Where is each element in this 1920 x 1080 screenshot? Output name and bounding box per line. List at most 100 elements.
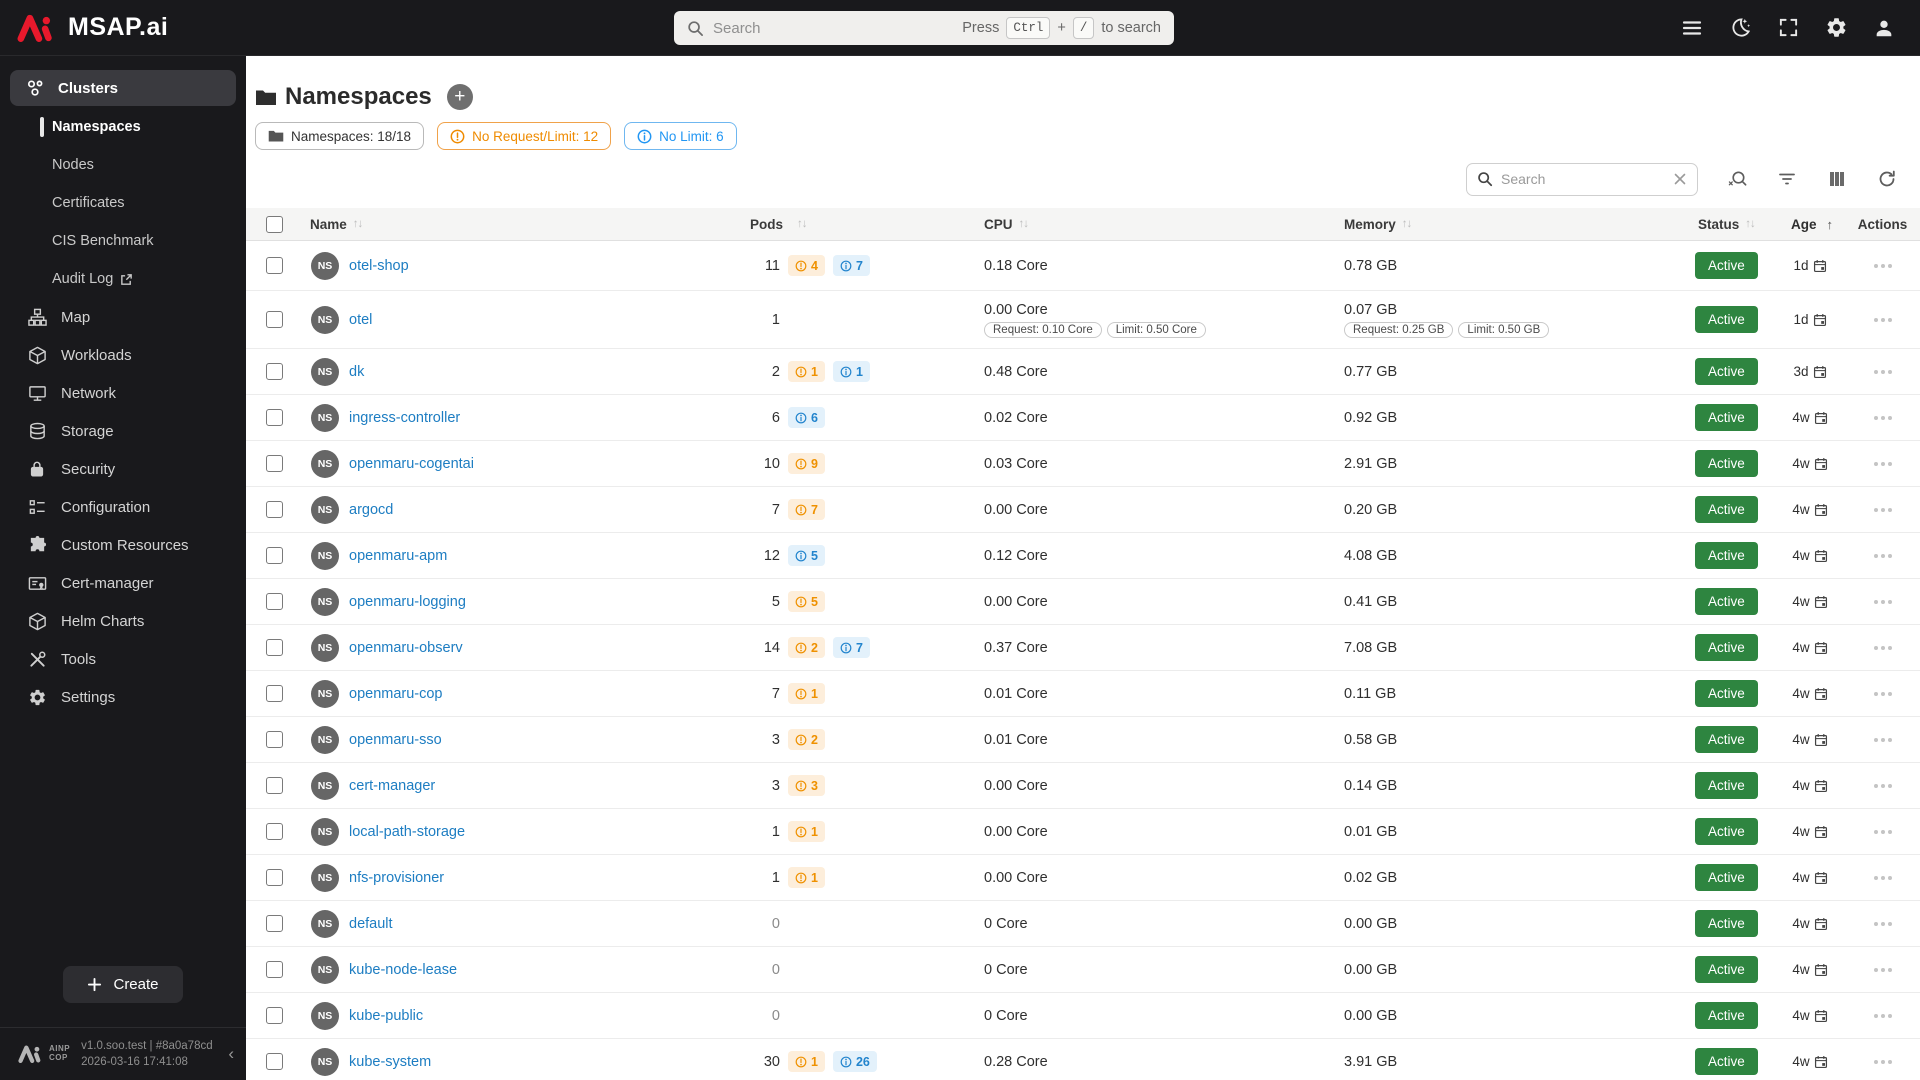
column-header-memory[interactable]: Memory ↑↓ bbox=[1340, 217, 1685, 232]
sidebar-item-certificates[interactable]: Certificates bbox=[0, 184, 246, 222]
sidebar-item-settings[interactable]: Settings bbox=[0, 678, 246, 716]
sidebar-item-workloads[interactable]: Workloads bbox=[0, 336, 246, 374]
global-search-input[interactable] bbox=[713, 19, 863, 37]
row-checkbox[interactable] bbox=[265, 311, 283, 328]
row-checkbox[interactable] bbox=[265, 1053, 283, 1070]
row-checkbox[interactable] bbox=[265, 593, 283, 610]
sidebar-item-storage[interactable]: Storage bbox=[0, 412, 246, 450]
row-checkbox[interactable] bbox=[265, 961, 283, 978]
namespace-link[interactable]: openmaru-cop bbox=[349, 686, 443, 702]
row-actions-menu[interactable] bbox=[1873, 507, 1892, 512]
columns-icon[interactable] bbox=[1826, 168, 1848, 190]
row-actions-menu[interactable] bbox=[1873, 645, 1892, 650]
row-actions-menu[interactable] bbox=[1873, 461, 1892, 466]
row-actions-menu[interactable] bbox=[1873, 691, 1892, 696]
namespace-link[interactable]: openmaru-sso bbox=[349, 732, 442, 748]
sidebar-item-cis-benchmark[interactable]: CIS Benchmark bbox=[0, 222, 246, 260]
sidebar-item-audit-log[interactable]: Audit Log bbox=[0, 260, 246, 298]
row-checkbox[interactable] bbox=[265, 639, 283, 656]
table-search[interactable] bbox=[1466, 162, 1698, 196]
namespace-link[interactable]: ingress-controller bbox=[349, 410, 460, 426]
sidebar-item-configuration[interactable]: Configuration bbox=[0, 488, 246, 526]
namespace-link[interactable]: kube-node-lease bbox=[349, 962, 457, 978]
row-checkbox[interactable] bbox=[265, 501, 283, 518]
advanced-search-icon[interactable] bbox=[1726, 168, 1748, 190]
memory-value: 0.92 GB bbox=[1344, 409, 1398, 426]
sidebar-item-clusters[interactable]: Clusters bbox=[10, 70, 236, 106]
namespace-link[interactable]: nfs-provisioner bbox=[349, 870, 444, 886]
row-checkbox[interactable] bbox=[265, 869, 283, 886]
sidebar-item-security[interactable]: Security bbox=[0, 450, 246, 488]
row-checkbox[interactable] bbox=[265, 257, 283, 274]
column-label: Memory bbox=[1344, 216, 1396, 232]
namespace-link[interactable]: dk bbox=[349, 364, 364, 380]
brand-logo[interactable]: MSAP.ai bbox=[0, 13, 246, 42]
dark-mode-icon[interactable] bbox=[1728, 16, 1752, 40]
sidebar-collapse-icon[interactable]: ‹ bbox=[228, 1044, 234, 1064]
namespace-link[interactable]: default bbox=[349, 916, 393, 932]
column-header-pods[interactable]: Pods ↑↓ bbox=[750, 217, 980, 232]
row-actions-menu[interactable] bbox=[1873, 369, 1892, 374]
sidebar-item-namespaces[interactable]: Namespaces bbox=[0, 108, 246, 146]
sidebar-item-map[interactable]: Map bbox=[0, 298, 246, 336]
namespace-avatar: NS bbox=[311, 863, 339, 892]
row-checkbox[interactable] bbox=[265, 823, 283, 840]
clear-icon[interactable] bbox=[1673, 172, 1687, 186]
namespace-link[interactable]: kube-public bbox=[349, 1008, 423, 1024]
sidebar-item-tools[interactable]: Tools bbox=[0, 640, 246, 678]
add-namespace-button[interactable]: + bbox=[446, 84, 473, 110]
row-actions-menu[interactable] bbox=[1873, 737, 1892, 742]
row-actions-menu[interactable] bbox=[1873, 1013, 1892, 1018]
sidebar-item-helm-charts[interactable]: Helm Charts bbox=[0, 602, 246, 640]
global-search[interactable]: Press Ctrl + / to search bbox=[674, 11, 1174, 45]
namespace-link[interactable]: argocd bbox=[349, 502, 393, 518]
namespace-link[interactable]: otel bbox=[349, 312, 372, 328]
namespace-link[interactable]: cert-manager bbox=[349, 778, 435, 794]
menu-icon[interactable] bbox=[1680, 16, 1704, 40]
select-all-checkbox[interactable] bbox=[265, 215, 283, 233]
namespace-link[interactable]: local-path-storage bbox=[349, 824, 465, 840]
sidebar-item-network[interactable]: Network bbox=[0, 374, 246, 412]
row-checkbox[interactable] bbox=[265, 777, 283, 794]
row-checkbox[interactable] bbox=[265, 915, 283, 932]
row-actions-menu[interactable] bbox=[1873, 599, 1892, 604]
row-actions-menu[interactable] bbox=[1873, 1059, 1892, 1064]
table-search-input[interactable] bbox=[1501, 171, 1665, 187]
memory-value: 2.91 GB bbox=[1344, 455, 1398, 472]
row-checkbox[interactable] bbox=[265, 685, 283, 702]
column-header-cpu[interactable]: CPU ↑↓ bbox=[980, 217, 1340, 232]
sidebar-item-cert-manager[interactable]: Cert-manager bbox=[0, 564, 246, 602]
row-checkbox[interactable] bbox=[265, 409, 283, 426]
row-checkbox[interactable] bbox=[265, 731, 283, 748]
row-actions-menu[interactable] bbox=[1873, 967, 1892, 972]
row-actions-menu[interactable] bbox=[1873, 829, 1892, 834]
row-actions-menu[interactable] bbox=[1873, 553, 1892, 558]
namespace-link[interactable]: otel-shop bbox=[349, 258, 409, 274]
gear-icon[interactable] bbox=[1824, 16, 1848, 40]
sidebar-item-nodes[interactable]: Nodes bbox=[0, 146, 246, 184]
create-button[interactable]: Create bbox=[63, 966, 183, 1003]
filter-icon[interactable] bbox=[1776, 168, 1798, 190]
column-header-name[interactable]: Name ↑↓ bbox=[302, 217, 750, 232]
sidebar-item-custom-resources[interactable]: Custom Resources bbox=[0, 526, 246, 564]
row-checkbox[interactable] bbox=[265, 455, 283, 472]
row-checkbox[interactable] bbox=[265, 547, 283, 564]
row-checkbox[interactable] bbox=[265, 1007, 283, 1024]
namespace-link[interactable]: openmaru-observ bbox=[349, 640, 463, 656]
row-actions-menu[interactable] bbox=[1873, 263, 1892, 268]
refresh-icon[interactable] bbox=[1876, 168, 1898, 190]
fullscreen-icon[interactable] bbox=[1776, 16, 1800, 40]
row-actions-menu[interactable] bbox=[1873, 875, 1892, 880]
namespace-link[interactable]: kube-system bbox=[349, 1054, 431, 1070]
namespace-link[interactable]: openmaru-cogentai bbox=[349, 456, 474, 472]
user-icon[interactable] bbox=[1872, 16, 1896, 40]
namespace-link[interactable]: openmaru-apm bbox=[349, 548, 447, 564]
row-actions-menu[interactable] bbox=[1873, 317, 1892, 322]
row-actions-menu[interactable] bbox=[1873, 783, 1892, 788]
column-header-status[interactable]: Status ↑↓ bbox=[1685, 217, 1775, 232]
row-actions-menu[interactable] bbox=[1873, 921, 1892, 926]
namespace-link[interactable]: openmaru-logging bbox=[349, 594, 466, 610]
row-actions-menu[interactable] bbox=[1873, 415, 1892, 420]
row-checkbox[interactable] bbox=[265, 363, 283, 380]
column-header-age[interactable]: Age ↑ bbox=[1775, 217, 1845, 232]
